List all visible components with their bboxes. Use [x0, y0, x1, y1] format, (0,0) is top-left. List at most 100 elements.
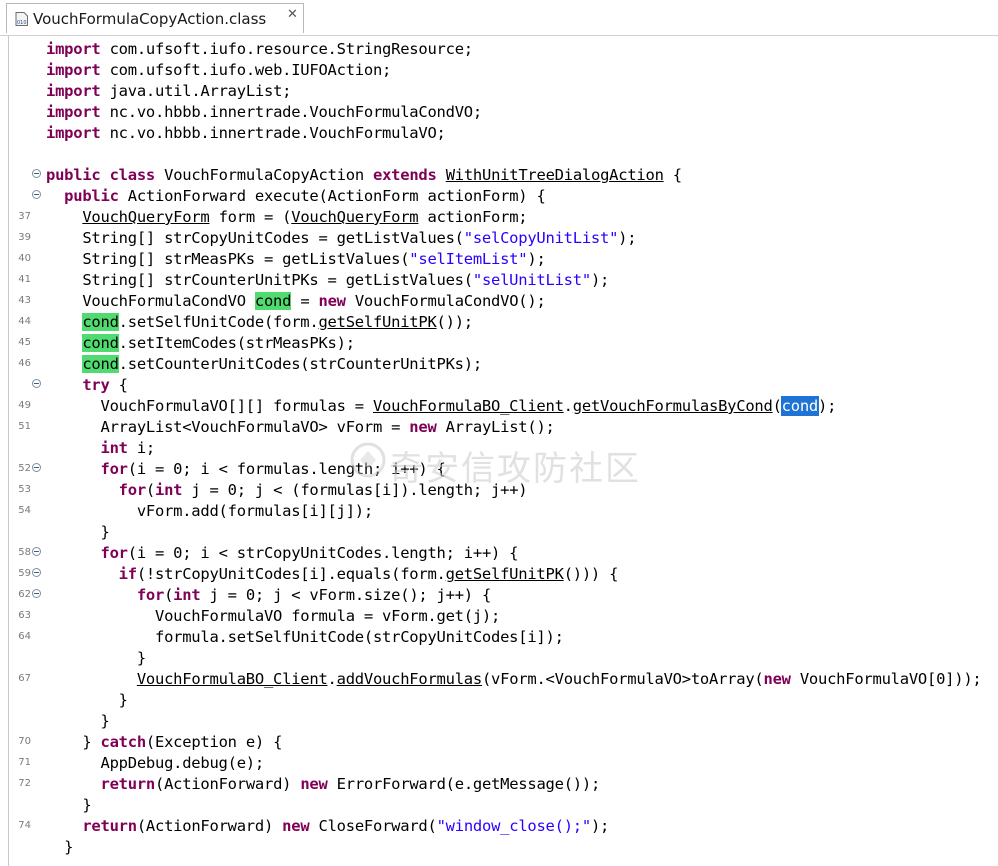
code-line[interactable]: }: [9, 522, 998, 543]
line-number: 43: [18, 295, 31, 306]
token: ArrayList<VouchFormulaVO> vForm =: [46, 418, 410, 436]
code-editor[interactable]: import com.ufsoft.iufo.resource.StringRe…: [8, 36, 998, 866]
code-line[interactable]: 49 VouchFormulaVO[][] formulas = VouchFo…: [9, 396, 998, 417]
code-line[interactable]: import com.ufsoft.iufo.resource.StringRe…: [9, 39, 998, 60]
fold-toggle-icon[interactable]: [32, 190, 41, 199]
token: (Exception e) {: [145, 733, 283, 751]
code-line[interactable]: import nc.vo.hbbb.innertrade.VouchFormul…: [9, 123, 998, 144]
code-line[interactable]: 59 if(!strCopyUnitCodes[i].equals(form.g…: [9, 564, 998, 585]
code-area: import com.ufsoft.iufo.resource.StringRe…: [9, 36, 998, 866]
code-line[interactable]: int i;: [9, 438, 998, 459]
code-line[interactable]: 52 for(i = 0; i < formulas.length; i++) …: [9, 459, 998, 480]
code-line[interactable]: import java.util.ArrayList;: [9, 81, 998, 102]
code-line[interactable]: 71 AppDebug.debug(e);: [9, 753, 998, 774]
code-line[interactable]: }: [9, 795, 998, 816]
token: VouchFormulaCondVO: [46, 292, 255, 310]
token-hl: cond: [254, 292, 292, 310]
token: {: [672, 166, 682, 184]
code-text: AppDebug.debug(e);: [46, 754, 264, 772]
fold-toggle-icon[interactable]: [32, 547, 41, 556]
tab-vouch-formula-copy-action[interactable]: 010 VouchFormulaCopyAction.class ✕: [6, 3, 304, 33]
fold-toggle-icon[interactable]: [32, 169, 41, 178]
fold-toggle-icon[interactable]: [32, 589, 41, 598]
line-number: 46: [18, 358, 31, 369]
code-line[interactable]: 64 formula.setSelfUnitCode(strCopyUnitCo…: [9, 627, 998, 648]
token-s: "selCopyUnitList": [463, 229, 619, 247]
line-number: 59: [18, 568, 31, 579]
code-text: VouchFormulaVO[][] formulas = VouchFormu…: [46, 396, 836, 416]
token: .: [327, 670, 337, 688]
code-line[interactable]: import com.ufsoft.iufo.web.IUFOAction;: [9, 60, 998, 81]
token: String[] strCounterUnitPKs = getListValu…: [46, 271, 473, 289]
token: vForm.add(formulas[i][j]);: [46, 502, 373, 520]
code-line[interactable]: 45 cond.setItemCodes(strMeasPKs);: [9, 333, 998, 354]
code-line[interactable]: [9, 144, 998, 165]
token-k: try: [82, 376, 110, 394]
token-k: extends: [373, 166, 437, 184]
token: VouchFormulaCopyAction: [164, 166, 364, 184]
code-text: }: [46, 523, 109, 541]
code-line[interactable]: 44 cond.setSelfUnitCode(form.getSelfUnit…: [9, 312, 998, 333]
code-line[interactable]: 58 for(i = 0; i < strCopyUnitCodes.lengt…: [9, 543, 998, 564]
code-line[interactable]: 43 VouchFormulaCondVO cond = new VouchFo…: [9, 291, 998, 312]
token: }: [46, 733, 101, 751]
code-line[interactable]: }: [9, 711, 998, 732]
fold-toggle-icon[interactable]: [32, 568, 41, 577]
token-k: import: [46, 82, 101, 100]
code-text: for(i = 0; i < strCopyUnitCodes.length; …: [46, 544, 519, 562]
code-line[interactable]: 53 for(int j = 0; j < (formulas[i]).leng…: [9, 480, 998, 501]
code-line[interactable]: 72 return(ActionForward) new ErrorForwar…: [9, 774, 998, 795]
code-line[interactable]: 67 VouchFormulaBO_Client.addVouchFormula…: [9, 669, 998, 690]
token: }: [46, 838, 74, 856]
line-number: 39: [18, 232, 31, 243]
token: (i = 0; i < strCopyUnitCodes.length; i++…: [127, 544, 519, 562]
token-k: int: [100, 439, 129, 457]
token-u: VouchFormulaBO_Client: [136, 670, 328, 688]
fold-toggle-icon[interactable]: [32, 463, 41, 472]
code-line[interactable]: }: [9, 690, 998, 711]
code-line[interactable]: }: [9, 648, 998, 669]
code-line[interactable]: public class VouchFormulaCopyAction exte…: [9, 165, 998, 186]
code-line[interactable]: 51 ArrayList<VouchFormulaVO> vForm = new…: [9, 417, 998, 438]
token: }: [46, 691, 128, 709]
token: }: [46, 712, 110, 730]
code-line[interactable]: public ActionForward execute(ActionForm …: [9, 186, 998, 207]
code-text: ArrayList<VouchFormulaVO> vForm = new Ar…: [46, 418, 554, 436]
token-k: catch: [100, 733, 147, 751]
token: );: [590, 817, 610, 835]
code-line[interactable]: 46 cond.setCounterUnitCodes(strCounterUn…: [9, 354, 998, 375]
code-line[interactable]: 41 String[] strCounterUnitPKs = getListV…: [9, 270, 998, 291]
code-line[interactable]: 74 return(ActionForward) new CloseForwar…: [9, 816, 998, 837]
code-line[interactable]: 62 for(int j = 0; j < vForm.size(); j++)…: [9, 585, 998, 606]
token: j = 0; j < (formulas[i]).length; j++): [191, 481, 528, 499]
token: (!strCopyUnitCodes[i].equals(form.: [136, 565, 446, 583]
code-text: VouchFormulaBO_Client.addVouchFormulas(v…: [46, 670, 982, 688]
line-number: 51: [18, 421, 31, 432]
class-file-icon: 010: [15, 12, 28, 26]
code-text: String[] strMeasPKs = getListValues("sel…: [46, 250, 545, 268]
close-icon[interactable]: ✕: [287, 7, 298, 22]
code-text: for(int j = 0; j < (formulas[i]).length;…: [46, 481, 528, 499]
line-number: 45: [18, 337, 31, 348]
code-line[interactable]: 39 String[] strCopyUnitCodes = getListVa…: [9, 228, 998, 249]
code-line[interactable]: try {: [9, 375, 998, 396]
fold-toggle-icon[interactable]: [32, 379, 41, 388]
code-line[interactable]: 37 VouchQueryForm form = (VouchQueryForm…: [9, 207, 998, 228]
code-line[interactable]: 40 String[] strMeasPKs = getListValues("…: [9, 249, 998, 270]
code-line[interactable]: 54 vForm.add(formulas[i][j]);: [9, 501, 998, 522]
code-line[interactable]: 70 } catch(Exception e) {: [9, 732, 998, 753]
line-number: 54: [18, 505, 31, 516]
token: VouchFormulaVO formula = vForm.get(j);: [46, 607, 501, 625]
token: .setItemCodes(strMeasPKs);: [118, 334, 355, 352]
code-text: int i;: [46, 439, 156, 457]
line-number: 40: [18, 253, 31, 264]
token: .: [563, 397, 573, 415]
token-hl: cond: [82, 313, 119, 331]
token-u: getSelfUnitPK: [445, 565, 564, 583]
code-line[interactable]: import nc.vo.hbbb.innertrade.VouchFormul…: [9, 102, 998, 123]
code-line[interactable]: }: [9, 837, 998, 858]
code-line[interactable]: 63 VouchFormulaVO formula = vForm.get(j)…: [9, 606, 998, 627]
token: nc.vo.hbbb.innertrade.VouchFormulaCondVO…: [109, 103, 483, 121]
